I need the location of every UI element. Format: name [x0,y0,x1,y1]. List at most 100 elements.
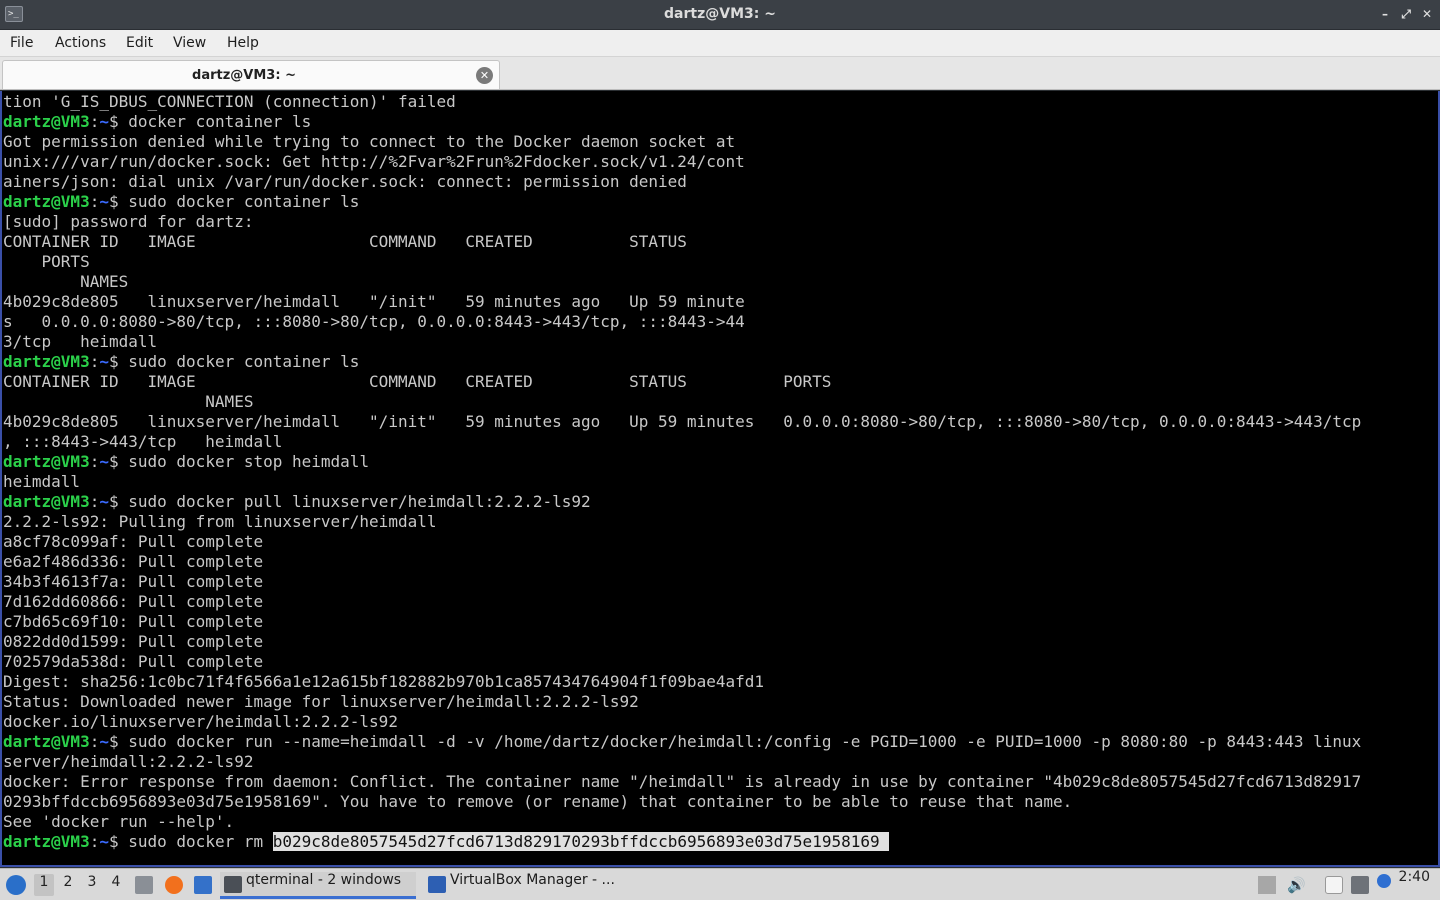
workspace-1[interactable]: 1 [34,874,54,896]
terminal-line: NAMES [3,272,129,291]
tray-eject-icon[interactable] [1258,876,1276,894]
maximize-button[interactable]: ⤢ [1398,5,1414,23]
terminal-task-icon [224,876,242,893]
volume-icon[interactable]: 🔊 [1287,876,1306,894]
terminal-line: ainers/json: dial unix /var/run/docker.s… [3,172,687,191]
workspace-2[interactable]: 2 [58,874,78,896]
terminal-output[interactable]: tion 'G_IS_DBUS_CONNECTION (connection)'… [0,91,1440,867]
prompt-path: ~ [99,452,109,471]
command-text: sudo docker pull linuxserver/heimdall:2.… [128,492,591,511]
prompt-symbol: $ [108,352,129,371]
prompt-user: dartz@VM3 [3,112,90,131]
terminal-line: CONTAINER ID IMAGE COMMAND CREATED STATU… [3,372,832,391]
terminal-line: server/heimdall:2.2.2-ls92 [3,752,254,771]
prompt-symbol: $ [108,732,129,751]
start-menu-icon[interactable] [6,875,26,895]
prompt-separator: : [89,352,100,371]
terminal-line: CONTAINER ID IMAGE COMMAND CREATED STATU… [3,232,687,251]
terminal-line: , :::8443->443/tcp heimdall [3,432,283,451]
terminal-line: PORTS [3,252,90,271]
workspace-3[interactable]: 3 [82,874,102,896]
network-icon[interactable] [1351,876,1369,894]
notification-icon[interactable] [1377,874,1391,888]
prompt-user: dartz@VM3 [3,452,90,471]
prompt-separator: : [89,732,100,751]
prompt-user: dartz@VM3 [3,352,90,371]
terminal-line: 3/tcp heimdall [3,332,158,351]
prompt-symbol: $ [108,492,129,511]
prompt-separator: : [89,832,100,851]
prompt-separator: : [89,452,100,471]
prompt-symbol: $ [108,192,129,211]
workspace-4[interactable]: 4 [106,874,126,896]
prompt-symbol: $ [108,112,129,131]
firefox-icon[interactable] [165,876,183,894]
prompt-user: dartz@VM3 [3,832,90,851]
menu-file[interactable]: File [10,35,33,51]
task-virtualbox[interactable]: VirtualBox Manager - ... [424,872,624,899]
virtualbox-task-icon [428,876,446,893]
terminal-line: 34b3f4613f7a: Pull complete [3,572,264,591]
prompt-separator: : [89,112,100,131]
tab-close-icon[interactable]: ✕ [476,67,493,84]
terminal-line: docker: Error response from daemon: Conf… [3,772,1362,791]
terminal-line: 4b029c8de805 linuxserver/heimdall "/init… [3,412,1362,431]
prompt-path: ~ [99,352,109,371]
terminal-line: 7d162dd60866: Pull complete [3,592,264,611]
clock[interactable]: 2:40 [1399,869,1430,900]
terminal-line: NAMES [3,392,254,411]
show-desktop-icon[interactable] [194,876,212,894]
task-qterminal[interactable]: qterminal - 2 windows [220,872,416,899]
terminal-prompt-line: dartz@VM3:~$ sudo docker pull linuxserve… [3,492,1361,512]
prompt-symbol: $ [108,832,129,851]
prompt-path: ~ [99,732,109,751]
terminal-line: tion 'G_IS_DBUS_CONNECTION (connection)'… [3,92,456,111]
terminal-line: [sudo] password for dartz: [3,212,254,231]
terminal-tab[interactable]: dartz@VM3: ~ ✕ [2,60,500,89]
file-manager-icon[interactable] [135,876,153,894]
prompt-path: ~ [99,492,109,511]
terminal-prompt-line: dartz@VM3:~$ sudo docker container ls [3,352,1361,372]
menu-help[interactable]: Help [227,35,259,51]
terminal-line: 4b029c8de805 linuxserver/heimdall "/init… [3,292,745,311]
terminal-line: e6a2f486d336: Pull complete [3,552,264,571]
selected-text[interactable]: b029c8de8057545d27fcd6713d829170293bffdc… [272,832,890,851]
prompt-symbol: $ [108,452,129,471]
command-text: sudo docker container ls [128,352,360,371]
terminal-line: 702579da538d: Pull complete [3,652,264,671]
prompt-path: ~ [99,192,109,211]
terminal-line: See 'docker run --help'. [3,812,235,831]
terminal-prompt-line: dartz@VM3:~$ sudo docker run --name=heim… [3,732,1361,752]
command-text: sudo docker container ls [128,192,360,211]
terminal-prompt-line: dartz@VM3:~$ sudo docker stop heimdall [3,452,1361,472]
clipboard-icon[interactable] [1325,876,1343,894]
terminal-prompt-line: dartz@VM3:~$ docker container ls [3,112,1361,132]
menu-edit[interactable]: Edit [126,35,153,51]
window-title: dartz@VM3: ~ [664,6,776,22]
task-label: qterminal - 2 windows [246,872,402,888]
prompt-path: ~ [99,832,109,851]
terminal-line: 2.2.2-ls92: Pulling from linuxserver/hei… [3,512,437,531]
tab-bar: dartz@VM3: ~ ✕ [0,57,1440,90]
terminal-line: 0293bffdccb6956893e03d75e1958169". You h… [3,792,1073,811]
prompt-user: dartz@VM3 [3,732,90,751]
terminal-line: Status: Downloaded newer image for linux… [3,692,639,711]
close-window-button[interactable]: ✕ [1419,5,1435,23]
menu-view[interactable]: View [173,35,206,51]
minimize-button[interactable]: – [1377,5,1393,23]
terminal-line: a8cf78c099af: Pull complete [3,532,264,551]
prompt-user: dartz@VM3 [3,492,90,511]
terminal-prompt-line: dartz@VM3:~$ sudo docker rm b029c8de8057… [3,832,1361,852]
terminal-line: docker.io/linuxserver/heimdall:2.2.2-ls9… [3,712,398,731]
command-text: docker container ls [128,112,312,131]
terminal-line: unix:///var/run/docker.sock: Get http://… [3,152,745,171]
terminal-line: Got permission denied while trying to co… [3,132,736,151]
menu-actions[interactable]: Actions [55,35,106,51]
command-text: sudo docker stop heimdall [128,452,370,471]
terminal-line: s 0.0.0.0:8080->80/tcp, :::8080->80/tcp,… [3,312,745,331]
tab-label: dartz@VM3: ~ [192,68,296,83]
terminal-line: Digest: sha256:1c0bc71f4f6566a1e12a615bf… [3,672,764,691]
window-titlebar[interactable]: >_ dartz@VM3: ~ – ⤢ ✕ [0,0,1440,30]
command-text: sudo docker run --name=heimdall -d -v /h… [128,732,1362,751]
taskbar: 1 2 3 4 qterminal - 2 windows VirtualBox… [0,868,1440,900]
